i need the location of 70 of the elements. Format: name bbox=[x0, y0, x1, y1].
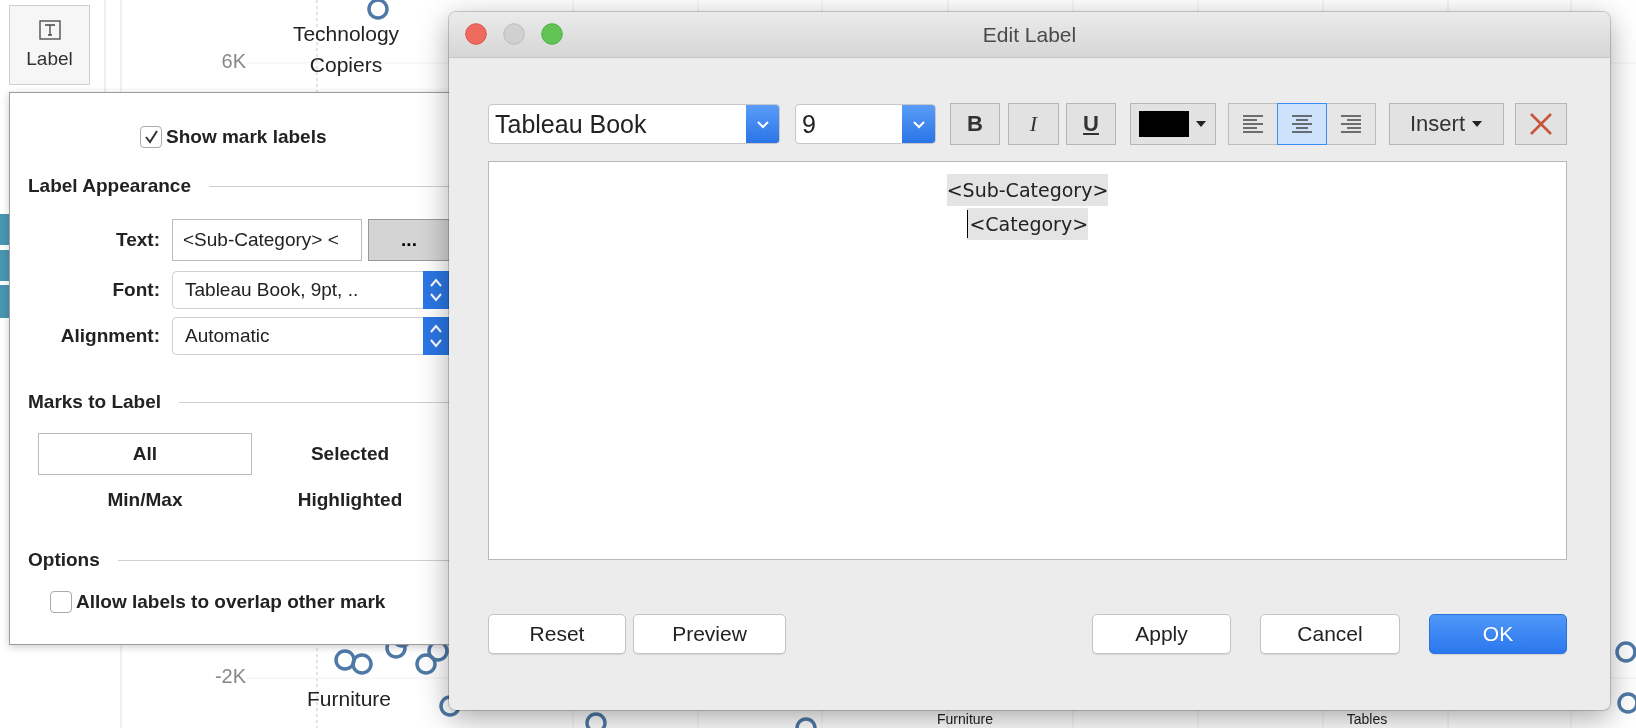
more-button[interactable]: ... bbox=[368, 219, 449, 261]
align-center-icon bbox=[1290, 114, 1314, 134]
align-right-button[interactable] bbox=[1326, 103, 1376, 145]
field-label: Alignment: bbox=[59, 325, 160, 347]
align-right-icon bbox=[1339, 114, 1363, 134]
dialog-button[interactable]: Preview bbox=[633, 614, 786, 654]
axis-tick-label: -2K bbox=[213, 665, 246, 688]
mark-option[interactable]: All bbox=[38, 433, 252, 475]
text-cursor bbox=[966, 210, 969, 238]
axis-tick-label: 6K bbox=[220, 50, 246, 73]
italic-button[interactable]: I bbox=[1008, 103, 1059, 145]
mark-label: Tables bbox=[1346, 711, 1388, 727]
color-button[interactable] bbox=[1130, 103, 1216, 145]
field-label: Font: bbox=[111, 279, 160, 301]
pill-tag bbox=[0, 250, 9, 281]
text-icon bbox=[38, 20, 61, 40]
editor-line: <Sub-Category> bbox=[946, 178, 1109, 203]
zoom-button[interactable] bbox=[541, 23, 563, 45]
check-icon bbox=[143, 129, 159, 145]
bold-button[interactable]: B bbox=[950, 103, 1000, 145]
circle-mark bbox=[795, 717, 817, 728]
mark-option[interactable]: Highlighted bbox=[252, 479, 448, 521]
mark-label: Furniture bbox=[937, 711, 993, 727]
stepper-icon bbox=[428, 322, 444, 350]
dialog-button[interactable]: Apply bbox=[1092, 614, 1231, 654]
dialog-button[interactable]: Cancel bbox=[1260, 614, 1400, 654]
checkbox[interactable] bbox=[50, 591, 72, 613]
mark-option[interactable]: Min/Max bbox=[38, 479, 252, 521]
dialog-button[interactable]: Reset bbox=[488, 614, 626, 654]
close-icon bbox=[1528, 111, 1554, 137]
circle-mark bbox=[585, 712, 607, 728]
editor-line: <Category> bbox=[969, 212, 1089, 237]
mark-option[interactable]: Selected bbox=[252, 433, 448, 475]
window-title: Edit Label bbox=[982, 22, 1077, 47]
caret-icon bbox=[1195, 120, 1207, 128]
field-label: Text: bbox=[115, 229, 160, 251]
insert-button[interactable]: Insert bbox=[1389, 103, 1504, 145]
circle-mark bbox=[415, 653, 437, 675]
underline-button[interactable]: U bbox=[1066, 103, 1116, 145]
circle-mark bbox=[334, 649, 356, 671]
dropdown[interactable]: Tableau Book, 9pt, .. bbox=[172, 271, 449, 309]
align-center-button[interactable] bbox=[1277, 103, 1327, 145]
dropdown[interactable]: Automatic bbox=[172, 317, 449, 355]
pill-tag bbox=[0, 214, 9, 245]
circle-mark bbox=[367, 0, 389, 20]
checkbox[interactable] bbox=[140, 126, 162, 148]
size-dropdown[interactable]: 9 bbox=[795, 104, 936, 144]
section-heading: Options bbox=[28, 549, 100, 571]
pill-tag bbox=[0, 285, 9, 318]
checkbox-label: Allow labels to overlap other mark bbox=[76, 591, 386, 613]
circle-mark bbox=[351, 653, 373, 675]
label-shelf-button[interactable]: Label bbox=[9, 5, 90, 85]
dialog-button[interactable]: OK bbox=[1429, 614, 1567, 654]
text-field[interactable]: <Sub-Category> < bbox=[172, 219, 362, 261]
caret-icon bbox=[1471, 120, 1483, 128]
circle-mark bbox=[1615, 641, 1636, 663]
close-button[interactable] bbox=[465, 23, 487, 45]
mark-label: Copiers bbox=[309, 52, 383, 78]
clear-button[interactable] bbox=[1515, 103, 1567, 145]
align-left-icon bbox=[1241, 114, 1265, 134]
font-dropdown[interactable]: Tableau Book bbox=[488, 104, 780, 144]
mark-label: Furniture bbox=[307, 686, 391, 712]
section-heading: Marks to Label bbox=[28, 391, 162, 413]
mark-label: Technology bbox=[292, 21, 400, 47]
section-heading: Label Appearance bbox=[28, 175, 191, 197]
checkbox-label: Show mark labels bbox=[166, 126, 327, 148]
circle-mark bbox=[1617, 692, 1636, 714]
align-left-button[interactable] bbox=[1228, 103, 1278, 145]
stepper-icon bbox=[428, 276, 444, 304]
label-editor[interactable]: <Sub-Category> <Category> bbox=[488, 161, 1567, 560]
